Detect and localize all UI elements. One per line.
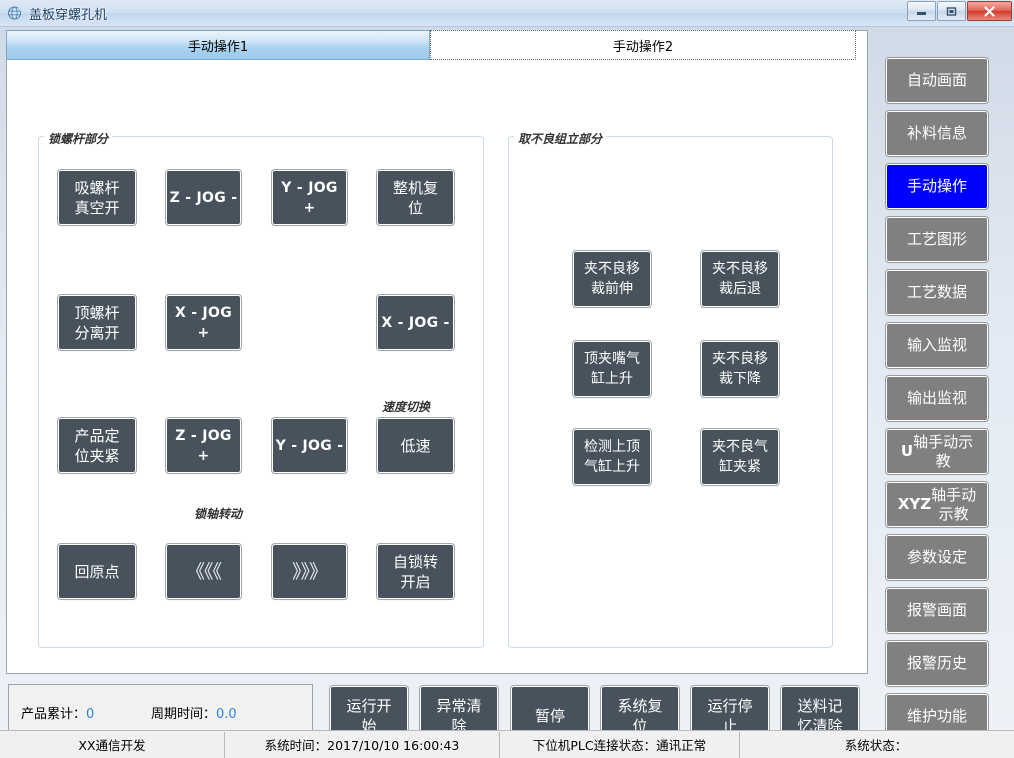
screw-lock-button-4[interactable]: 顶螺杆 分离开 (58, 295, 136, 350)
defect-assembly-button-4[interactable]: 检测上顶 气缸上升 (573, 429, 651, 485)
screw-lock-button-5[interactable]: X - JOG + (166, 295, 241, 350)
sidebar-item-0[interactable]: 自动画面 (886, 58, 988, 103)
app-globe-icon (7, 5, 23, 21)
defect-assembly-button-1[interactable]: 夹不良移 裁后退 (701, 251, 779, 307)
sidebar-item-7-label: 轴手动示 教 (913, 433, 973, 471)
status-system-time: 系统时间：2017/10/10 16:00:43 (225, 732, 500, 758)
window-title: 盖板穿螺孔机 (29, 4, 107, 23)
status-bar: XX通信开发 系统时间：2017/10/10 16:00:43 下位机PLC连接… (0, 730, 1014, 758)
screw-lock-button-0[interactable]: 吸螺杆 真空开 (58, 170, 136, 225)
sidebar-item-8-prefix: XYZ (898, 495, 931, 514)
screw-lock-button-14[interactable]: 自锁转 开启 (377, 544, 454, 599)
window-controls (907, 1, 1012, 21)
stat-product-total-value: 0 (86, 707, 94, 722)
sublabel-1: 锁轴转动 (194, 505, 242, 522)
sublabel-0: 速度切换 (382, 398, 430, 415)
close-button[interactable] (967, 1, 1012, 21)
screw-lock-button-1[interactable]: Z - JOG - (166, 170, 241, 225)
status-system-state: 系统状态： (740, 732, 1012, 758)
sidebar-item-5[interactable]: 输入监视 (886, 323, 988, 368)
screw-lock-button-8[interactable]: Z - JOG + (166, 418, 241, 473)
sidebar-item-7[interactable]: U轴手动示 教 (886, 429, 988, 474)
sidebar-item-4[interactable]: 工艺数据 (886, 270, 988, 315)
stat-product-total: 产品累计：0 (21, 703, 94, 722)
sidebar-item-11[interactable]: 报警历史 (886, 641, 988, 686)
stat-cycle-time: 周期时间：0.0 (151, 703, 237, 722)
sidebar-item-8-label: 轴手动 示教 (931, 486, 976, 524)
defect-assembly-button-5[interactable]: 夹不良气 缸夹紧 (701, 429, 779, 485)
defect-assembly-button-0[interactable]: 夹不良移 裁前伸 (573, 251, 651, 307)
application-window: 盖板穿螺孔机 手动操作1 手动操作2 锁螺杆部分 取不良组立部分 吸螺 (0, 0, 1014, 758)
tab-manual-operation-2[interactable]: 手动操作2 (430, 30, 856, 60)
status-plc-connection: 下位机PLC连接状态：通讯正常 (500, 732, 740, 758)
sidebar-item-2[interactable]: 手动操作 (886, 164, 988, 209)
stat-cycle-time-value: 0.0 (216, 707, 237, 722)
screw-lock-button-12[interactable]: 《《《 (166, 544, 241, 599)
screw-lock-button-11[interactable]: 回原点 (58, 544, 136, 599)
group-label-screw-lock: 锁螺杆部分 (44, 130, 112, 147)
sidebar-item-8[interactable]: XYZ轴手动 示教 (886, 482, 988, 527)
sidebar-item-6[interactable]: 输出监视 (886, 376, 988, 421)
sidebar-item-1[interactable]: 补料信息 (886, 111, 988, 156)
client-area: 手动操作1 手动操作2 锁螺杆部分 取不良组立部分 吸螺杆 真空开 Z - JOG… (0, 26, 1014, 758)
stat-product-total-label: 产品累计： (21, 707, 86, 722)
maximize-restore-button[interactable] (937, 1, 966, 21)
sidebar-item-7-prefix: U (901, 442, 913, 461)
sidebar-item-10[interactable]: 报警画面 (886, 588, 988, 633)
sidebar-item-3[interactable]: 工艺图形 (886, 217, 988, 262)
defect-assembly-button-3[interactable]: 夹不良移 裁下降 (701, 341, 779, 397)
group-label-defect-assembly: 取不良组立部分 (514, 130, 606, 147)
screw-lock-button-6[interactable]: X - JOG - (377, 295, 454, 350)
status-company: XX通信开发 (0, 732, 225, 758)
screw-lock-button-10[interactable]: 低速 (377, 418, 454, 473)
group-box-defect-assembly (508, 136, 833, 648)
screw-lock-button-2[interactable]: Y - JOG + (272, 170, 347, 225)
defect-assembly-button-2[interactable]: 顶夹嘴气 缸上升 (573, 341, 651, 397)
title-bar: 盖板穿螺孔机 (0, 0, 1014, 27)
screw-lock-button-9[interactable]: Y - JOG - (272, 418, 347, 473)
screw-lock-button-3[interactable]: 整机复 位 (377, 170, 454, 225)
tab-manual-operation-1[interactable]: 手动操作1 (6, 30, 430, 60)
screw-lock-button-7[interactable]: 产品定 位夹紧 (58, 418, 136, 473)
screw-lock-button-13[interactable]: 》》》 (272, 544, 347, 599)
sidebar-item-9[interactable]: 参数设定 (886, 535, 988, 580)
stat-cycle-time-label: 周期时间： (151, 707, 216, 722)
sidebar-nav: 自动画面补料信息手动操作工艺图形工艺数据输入监视输出监视U轴手动示 教XYZ轴手… (880, 26, 1010, 752)
tab-strip: 手动操作1 手动操作2 (6, 30, 856, 60)
minimize-button[interactable] (907, 1, 936, 21)
